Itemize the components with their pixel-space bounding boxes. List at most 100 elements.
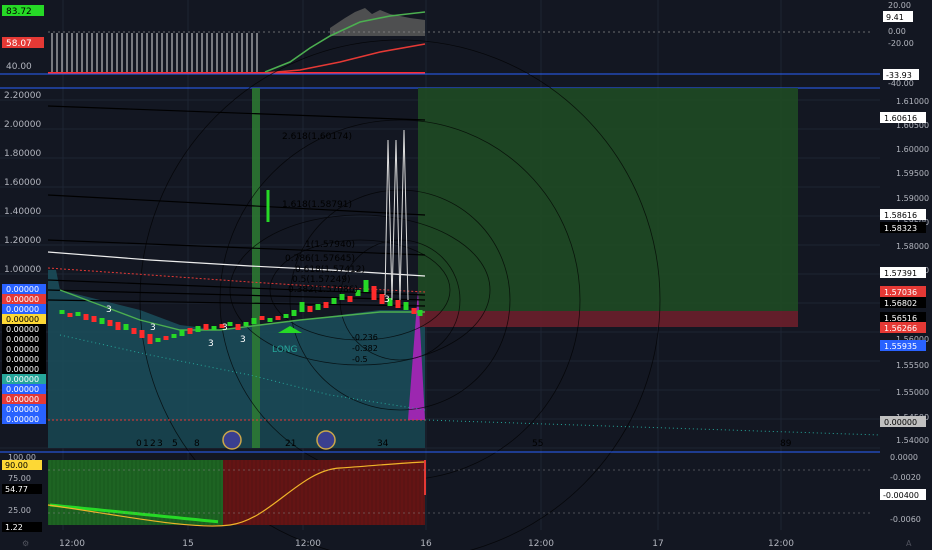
count-label: 3 bbox=[150, 323, 156, 333]
candle bbox=[291, 310, 297, 316]
count-label: 21 bbox=[285, 439, 296, 449]
candle bbox=[131, 328, 137, 334]
axis-tick-label: 1.61000 bbox=[896, 97, 929, 106]
axis-tick-label: 0.00 bbox=[888, 27, 906, 36]
value-badge-text: 0.00000 bbox=[6, 405, 39, 414]
count-label: 3 bbox=[222, 323, 228, 333]
fib-label: 0.786(1.57645) bbox=[285, 254, 355, 264]
value-badge-text: 0.00000 bbox=[6, 305, 39, 314]
candle bbox=[323, 302, 329, 308]
value-badge-text: 54.77 bbox=[5, 485, 28, 494]
axis-tick-label: 2.00000 bbox=[4, 120, 41, 130]
value-badge-text: 0.00000 bbox=[6, 415, 39, 424]
axis-tick-label: 20.00 bbox=[888, 1, 911, 10]
candle bbox=[403, 302, 409, 310]
top-badge-red-text: 58.07 bbox=[6, 39, 32, 49]
candle bbox=[139, 330, 145, 338]
axis-tick-label: 1.59000 bbox=[896, 194, 929, 203]
axis-tick-label: -0.0020 bbox=[890, 473, 921, 482]
axis-tick-label: -0.0060 bbox=[890, 515, 921, 524]
main-left-badges: 0.000000.000000.000000.000000.000000.000… bbox=[2, 284, 46, 424]
candle bbox=[299, 302, 305, 312]
candle bbox=[115, 322, 121, 330]
candle bbox=[227, 322, 233, 326]
fib-label: 0.382(1.57086) bbox=[288, 285, 358, 295]
value-badge-text: 0.00000 bbox=[6, 395, 39, 404]
time-axis-label: 12:00 bbox=[528, 539, 554, 549]
candle bbox=[371, 286, 377, 300]
candle bbox=[187, 328, 193, 334]
axis-tick-label: 1.54000 bbox=[896, 436, 929, 445]
price-badge-text: 1.57391 bbox=[884, 269, 917, 278]
fib-label: 0.5(1.57249) bbox=[292, 275, 351, 285]
event-icon[interactable] bbox=[222, 430, 242, 450]
candle bbox=[259, 316, 265, 320]
axis-tick-label: 1.00000 bbox=[4, 265, 41, 275]
axis-tick-label: 2.20000 bbox=[4, 91, 41, 101]
time-axis-label: 17 bbox=[652, 539, 663, 549]
axis-tick-label: 1.55500 bbox=[896, 361, 929, 370]
candle bbox=[363, 280, 369, 292]
value-badge-text: 0.00000 bbox=[6, 355, 39, 364]
axis-tick-label: 1.55000 bbox=[896, 388, 929, 397]
chart-canvas[interactable]: 83.72 58.07 40.00 20.009.410.00-20.00-33… bbox=[0, 0, 932, 550]
axis-tick-label: 1.60000 bbox=[896, 145, 929, 154]
time-axis-label: 12:00 bbox=[295, 539, 321, 549]
price-badge-text: 1.60616 bbox=[884, 114, 917, 123]
value-badge-text: 0.00000 bbox=[6, 345, 39, 354]
settings-icon[interactable]: ⚙ bbox=[22, 539, 29, 548]
candle bbox=[211, 326, 217, 330]
value-badge-text: 0.00000 bbox=[6, 315, 39, 324]
price-badge-text: 1.58616 bbox=[884, 211, 917, 220]
time-axis-label: 12:00 bbox=[59, 539, 85, 549]
value-badge-text: 90.00 bbox=[5, 461, 28, 470]
axis-tick-label: 75.00 bbox=[8, 474, 31, 483]
axis-badge-text: -0.00400 bbox=[883, 491, 919, 500]
price-badge-text: 1.58323 bbox=[884, 224, 917, 233]
candle bbox=[251, 318, 257, 324]
axis-tick-label: 25.00 bbox=[8, 506, 31, 515]
value-badge-text: 0.00000 bbox=[6, 385, 39, 394]
fib-label: 1.618(1.58791) bbox=[282, 200, 352, 210]
axis-tick-label: 1.58000 bbox=[896, 242, 929, 251]
fib-label: 2.618(1.60174) bbox=[282, 132, 352, 142]
event-icon[interactable] bbox=[316, 430, 336, 450]
auto-scale-icon[interactable]: A bbox=[906, 539, 912, 548]
candle bbox=[243, 322, 249, 326]
value-badge-text: 0.00000 bbox=[6, 285, 39, 294]
time-axis-label: 12:00 bbox=[768, 539, 794, 549]
price-badge-text: 0.00000 bbox=[884, 418, 917, 427]
fib-label: -0.382 bbox=[352, 344, 378, 353]
target-zone bbox=[418, 88, 798, 311]
count-label: 3 bbox=[157, 439, 163, 449]
axis-tick-label: 1.40000 bbox=[4, 207, 41, 217]
count-label: 89 bbox=[780, 439, 792, 449]
candle bbox=[267, 318, 273, 322]
axis-tick-label: 1.20000 bbox=[4, 236, 41, 246]
top-left-label: 40.00 bbox=[6, 62, 32, 72]
count-label: 3 bbox=[106, 305, 112, 315]
candle bbox=[83, 314, 89, 320]
count-label: 3 bbox=[208, 339, 214, 349]
candle bbox=[147, 334, 153, 344]
candle bbox=[331, 298, 337, 304]
price-badge-text: 1.56266 bbox=[884, 324, 917, 333]
time-axis-label: 16 bbox=[420, 539, 432, 549]
count-label: 5 bbox=[172, 439, 178, 449]
fib-label: 0.618(1.57412) bbox=[295, 265, 365, 275]
value-badge-text: 0.00000 bbox=[6, 325, 39, 334]
green-vertical-band bbox=[252, 88, 260, 448]
axis-tick-label: -40.00 bbox=[888, 79, 914, 88]
value-badge-text: 0.00000 bbox=[6, 375, 39, 384]
axis-tick-label: 1.80000 bbox=[4, 149, 41, 159]
candle bbox=[417, 310, 423, 316]
count-label: 1 bbox=[143, 439, 149, 449]
fib-label: -0.236 bbox=[352, 333, 378, 342]
candle bbox=[307, 306, 313, 312]
candle bbox=[123, 324, 129, 330]
candle bbox=[203, 324, 209, 330]
candle bbox=[155, 338, 161, 342]
time-axis-label: 15 bbox=[182, 539, 193, 549]
candle bbox=[179, 330, 185, 336]
axis-tick-label: 1.59500 bbox=[896, 169, 929, 178]
